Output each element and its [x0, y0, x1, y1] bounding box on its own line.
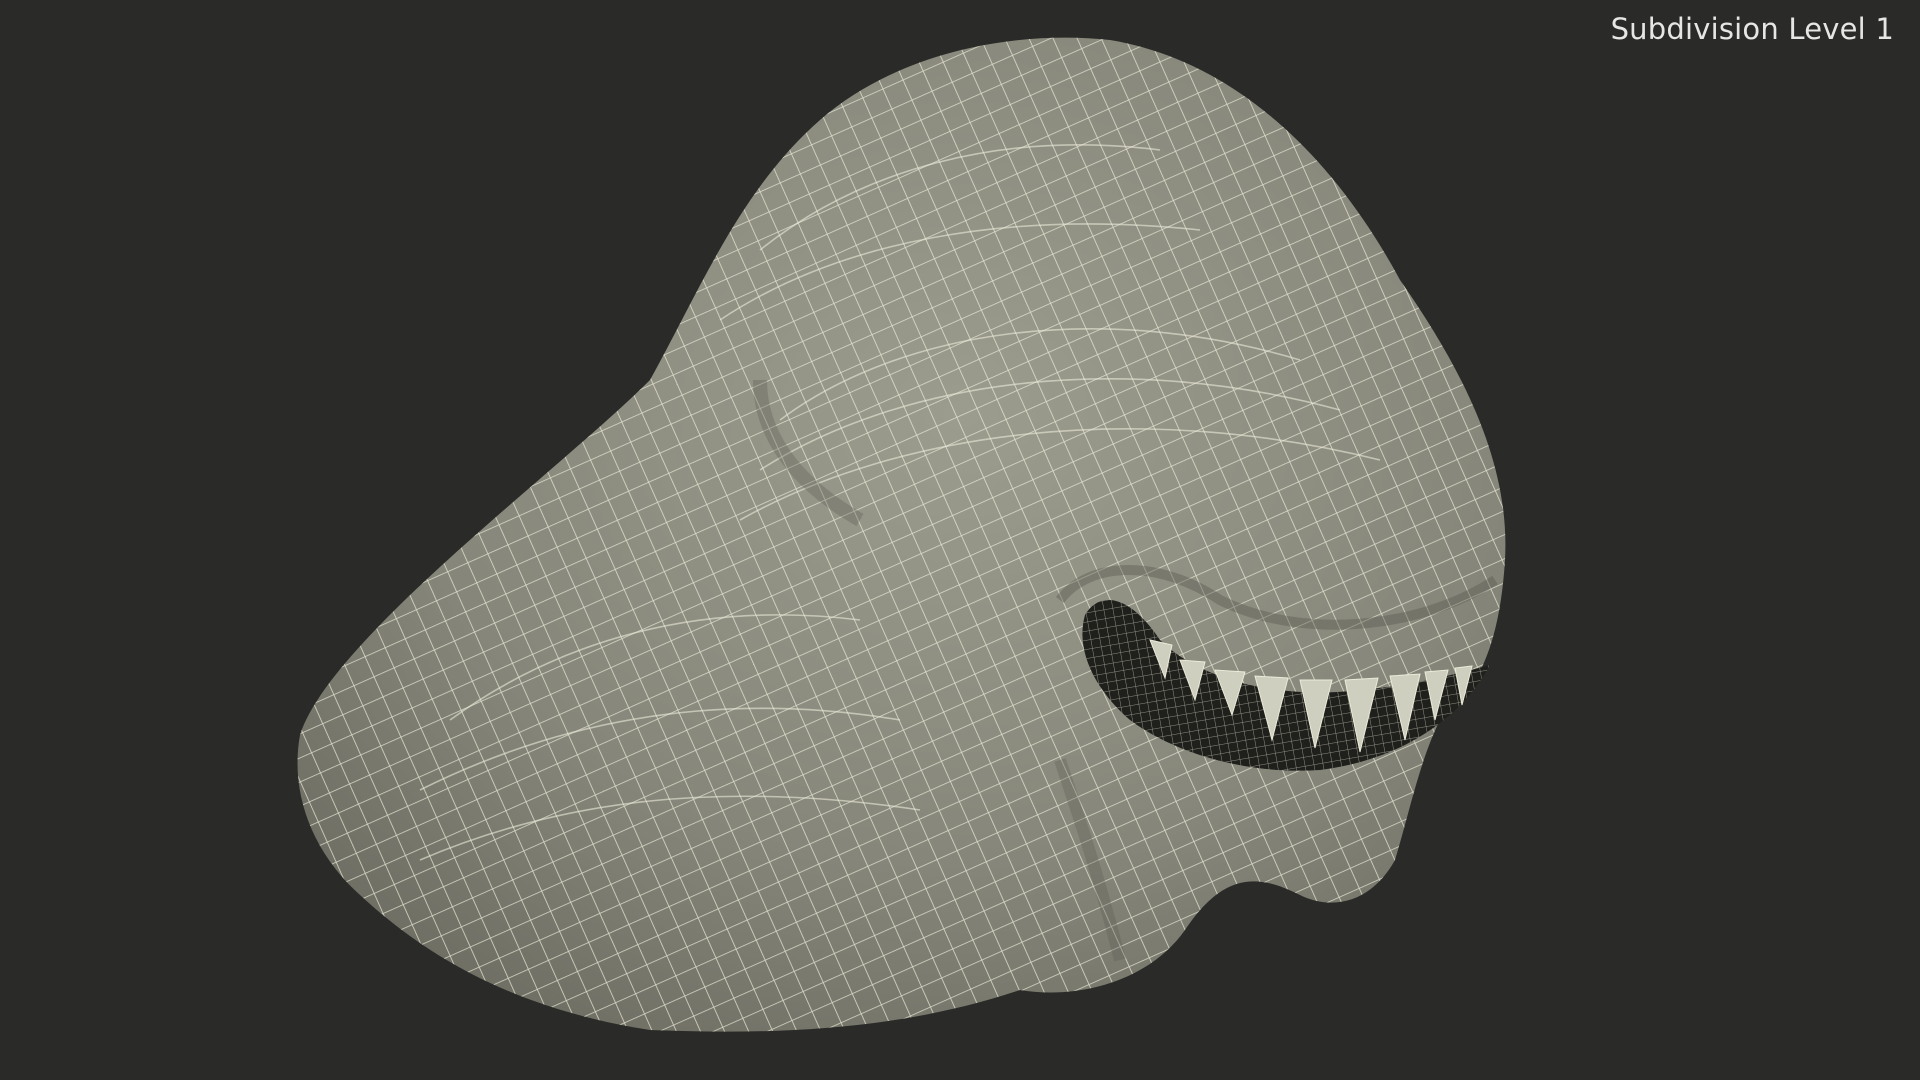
- 3d-viewport[interactable]: Subdivision Level 1: [0, 0, 1920, 1080]
- subdivision-level-label: Subdivision Level 1: [1610, 12, 1894, 46]
- wireframe-mesh: [297, 37, 1506, 1032]
- wireframe-head-model: [297, 37, 1506, 1032]
